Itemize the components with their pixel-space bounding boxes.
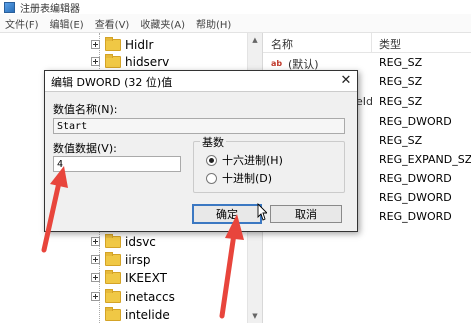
tree-node-intelide[interactable]: intelide — [91, 306, 170, 323]
row-type: REG_DWORD — [379, 115, 452, 128]
tree-node-label: inetaccs — [125, 289, 175, 304]
scroll-up-arrow-icon[interactable]: ▲ — [248, 33, 262, 47]
folder-icon — [105, 251, 121, 266]
tree-node-iirsp[interactable]: iirsp — [91, 251, 150, 268]
tree-node-label: idsvc — [125, 234, 156, 249]
row-type: REG_DWORD — [379, 191, 452, 204]
row-type: REG_SZ — [379, 56, 423, 69]
row-type: REG_EXPAND_SZ — [379, 153, 471, 166]
close-icon[interactable]: ✕ — [335, 71, 357, 90]
folder-icon — [105, 288, 121, 303]
row-type: REG_SZ — [379, 134, 423, 147]
tree-node-label: IKEEXT — [125, 270, 167, 285]
edit-dword-dialog: 编辑 DWORD (32 位)值 ✕ 数值名称(N): Start 数值数据(V… — [44, 70, 358, 232]
menu-bar: 文件(F) 编辑(E) 查看(V) 收藏夹(A) 帮助(H) — [0, 14, 471, 33]
folder-icon — [105, 306, 121, 321]
column-header-name[interactable]: 名称 — [271, 36, 293, 52]
dialog-title-bar[interactable]: 编辑 DWORD (32 位)值 ✕ — [45, 71, 357, 92]
expand-icon[interactable] — [91, 292, 100, 301]
expand-icon[interactable] — [91, 255, 100, 264]
row-type: REG_SZ — [379, 95, 423, 108]
tree-node-hidserv[interactable]: hidserv — [91, 53, 169, 70]
tree-node-label: hidserv — [125, 54, 170, 69]
folder-icon — [105, 233, 121, 248]
tree-node-hidir[interactable]: HidIr — [91, 36, 153, 53]
menu-edit[interactable]: 编辑(E) — [45, 16, 90, 31]
string-value-icon: ab — [271, 59, 283, 68]
cancel-button[interactable]: 取消 — [270, 205, 342, 223]
tree-node-label: iirsp — [125, 252, 151, 267]
column-separator[interactable] — [371, 33, 372, 52]
expand-icon[interactable] — [91, 273, 100, 282]
expand-icon[interactable] — [91, 237, 100, 246]
scroll-down-arrow-icon[interactable]: ▼ — [248, 309, 262, 323]
folder-icon — [105, 269, 121, 284]
expand-icon[interactable] — [91, 57, 100, 66]
title-bar: 注册表编辑器 — [0, 0, 471, 15]
row-type: REG_SZ — [379, 75, 423, 88]
folder-icon — [105, 36, 121, 51]
mouse-cursor-icon — [257, 203, 267, 221]
menu-view[interactable]: 查看(V) — [90, 16, 136, 31]
menu-help[interactable]: 帮助(H) — [191, 16, 237, 31]
tree-node-label: intelide — [125, 307, 170, 322]
tree-node-inetaccs[interactable]: inetaccs — [91, 288, 175, 305]
radio-dec-label: 十进制(D) — [222, 172, 273, 185]
menu-file[interactable]: 文件(F) — [0, 16, 45, 31]
ok-button[interactable]: 确定 — [192, 204, 262, 224]
radio-checked-icon[interactable] — [206, 154, 217, 166]
value-data-label: 数值数据(V): — [53, 142, 117, 155]
folder-icon — [105, 53, 121, 68]
value-name-label: 数值名称(N): — [53, 103, 118, 116]
radio-hex-label: 十六进制(H) — [222, 154, 283, 167]
column-header-type[interactable]: 类型 — [379, 36, 401, 52]
list-header: 名称 类型 — [263, 33, 471, 53]
tree-node-label: HidIr — [125, 37, 154, 52]
row-type: REG_DWORD — [379, 172, 452, 185]
radio-unchecked-icon[interactable] — [206, 172, 217, 184]
value-name-field[interactable]: Start — [53, 118, 345, 134]
dialog-title: 编辑 DWORD (32 位)值 — [51, 76, 173, 89]
tree-node-idsvc[interactable]: idsvc — [91, 233, 156, 250]
tree-node-ikeext[interactable]: IKEEXT — [91, 269, 167, 286]
base-label: 基数 — [200, 134, 226, 150]
radio-hexadecimal[interactable]: 十六进制(H) — [206, 152, 283, 168]
value-data-field[interactable]: 4 — [53, 156, 181, 172]
expand-icon[interactable] — [91, 40, 100, 49]
window-title: 注册表编辑器 — [20, 3, 80, 15]
base-groupbox: 基数 十六进制(H) 十进制(D) — [193, 134, 345, 193]
row-type: REG_DWORD — [379, 210, 452, 223]
radio-decimal[interactable]: 十进制(D) — [206, 170, 272, 186]
regedit-icon — [4, 1, 15, 13]
menu-favorites[interactable]: 收藏夹(A) — [135, 16, 191, 31]
